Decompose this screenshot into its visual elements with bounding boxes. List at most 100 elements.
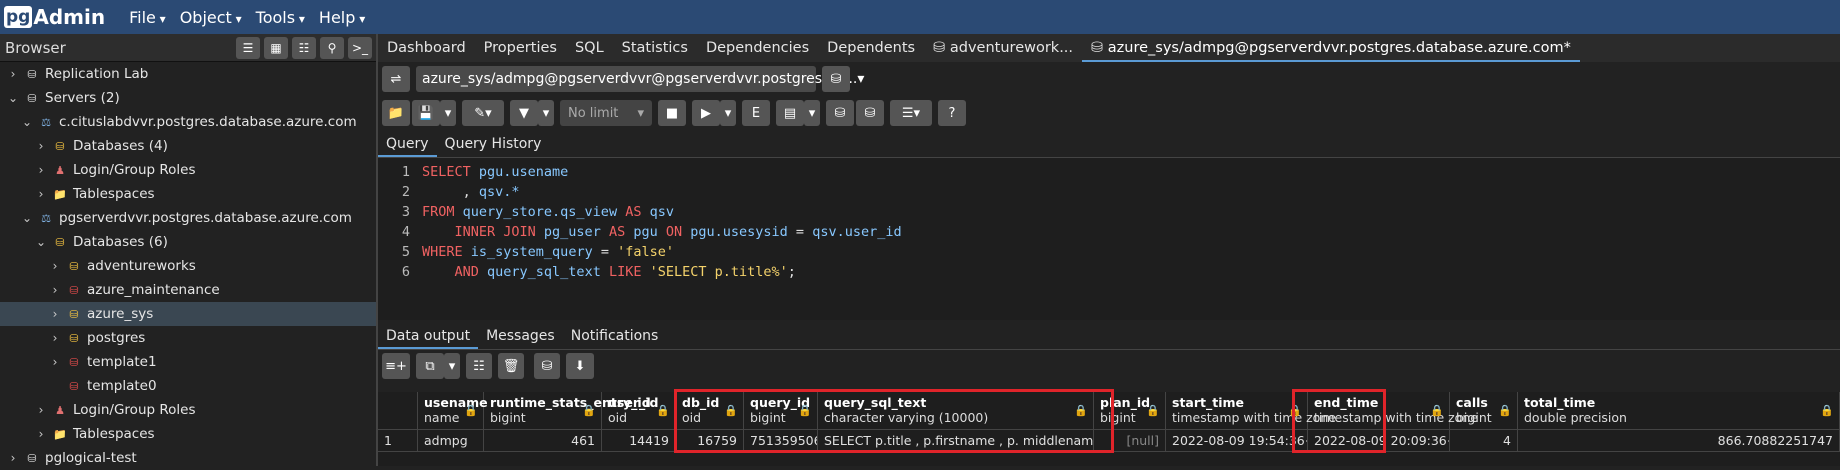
chevron-down-icon[interactable]: ⌄ — [20, 211, 34, 225]
edit-icon[interactable]: ✎▾ — [462, 100, 504, 126]
copy-dropdown-icon[interactable]: ▾ — [444, 353, 460, 379]
open-file-icon[interactable]: 📁 — [382, 100, 410, 126]
explain-analyze-icon[interactable]: ▤ — [776, 100, 804, 126]
chevron-right-icon[interactable]: › — [48, 355, 62, 369]
tree-node[interactable]: › ♟ Login/Group Roles — [0, 158, 376, 182]
limit-select[interactable]: No limit ▾ — [560, 100, 652, 126]
search-icon[interactable]: ⚲ — [320, 36, 344, 59]
explain-icon[interactable]: E — [742, 100, 770, 126]
chevron-right-icon[interactable]: › — [48, 307, 62, 321]
menu-help[interactable]: Help — [319, 8, 365, 27]
column-header-total-time[interactable]: total_time double precision 🔒 — [1518, 392, 1840, 430]
filter-icon[interactable]: ▼ — [510, 100, 538, 126]
filter-table-icon[interactable]: ☷ — [292, 36, 316, 59]
tree-node[interactable]: › ⛁ Replication Lab — [0, 62, 376, 86]
column-header-start-time[interactable]: start_time timestamp with time zone 🔒 — [1166, 392, 1336, 430]
menu-file[interactable]: File — [129, 8, 166, 27]
tab-statistics[interactable]: Statistics — [613, 34, 697, 62]
execute-dropdown-icon[interactable]: ▾ — [720, 100, 736, 126]
chevron-right-icon[interactable]: › — [48, 331, 62, 345]
save-data-icon[interactable]: ⛁ — [534, 353, 560, 379]
copy-icon[interactable]: ⧉ — [416, 353, 444, 379]
new-connection-icon[interactable]: ⛁ — [822, 66, 850, 92]
tree-node[interactable]: › 📁 Tablespaces — [0, 182, 376, 206]
connection-select[interactable]: azure_sys/admpg@pgserverdvvr@pgserverdvv… — [416, 66, 864, 92]
rollback-icon[interactable]: ⛁ — [856, 100, 884, 126]
chevron-down-icon[interactable]: ⌄ — [20, 115, 34, 129]
tree-node[interactable]: › ⛁ postgres — [0, 326, 376, 350]
table-view-icon[interactable]: ▦ — [264, 36, 288, 59]
filter-dropdown-icon[interactable]: ▾ — [538, 100, 554, 126]
sql-editor[interactable]: 123456 SELECT pgu.usename , qsv.* FROM qu… — [378, 158, 1840, 320]
tree-node[interactable]: ⌄ ⚖ pgserverdvvr.postgres.database.azure.c… — [0, 206, 376, 230]
chevron-down-icon[interactable]: ⌄ — [34, 235, 48, 249]
chevron-right-icon[interactable]: › — [48, 283, 62, 297]
chevron-right-icon[interactable]: › — [6, 67, 20, 81]
tab-properties[interactable]: Properties — [475, 34, 566, 62]
row-number[interactable]: 1 — [378, 430, 418, 452]
tree-node[interactable]: › ⛁ azure_sys — [0, 302, 376, 326]
column-header-calls[interactable]: calls bigint 🔒 — [1450, 392, 1518, 430]
menu-object[interactable]: Object — [180, 8, 242, 27]
tab-dashboard[interactable]: Dashboard — [378, 34, 475, 62]
tab-dependents[interactable]: Dependents — [818, 34, 924, 62]
tree-node[interactable]: › ⛁ azure_maintenance — [0, 278, 376, 302]
download-icon[interactable]: ⬇ — [566, 353, 594, 379]
tab-notifications[interactable]: Notifications — [563, 323, 667, 349]
save-icon[interactable]: 💾 — [412, 100, 440, 126]
stop-icon[interactable]: ■ — [658, 100, 686, 126]
add-row-icon[interactable]: ≡+ — [382, 353, 410, 379]
table-cell[interactable]: 4 — [1450, 430, 1518, 452]
explain-dropdown-icon[interactable]: ▾ — [804, 100, 820, 126]
delete-icon[interactable]: 🗑 — [498, 353, 524, 379]
tree-node[interactable]: › 📁 Tablespaces — [0, 422, 376, 446]
tab-data-output[interactable]: Data output — [378, 323, 479, 349]
help-icon[interactable]: ? — [938, 100, 966, 126]
column-header-runtime-stats-entry-id[interactable]: runtime_stats_entry_id bigint 🔒 — [484, 392, 651, 430]
tab-adventureworks[interactable]: ⛁ adventurework... — [924, 34, 1082, 62]
chevron-right-icon[interactable]: › — [34, 187, 48, 201]
tree-node[interactable]: ⛁ template0 — [0, 374, 376, 398]
tree-node[interactable]: ⌄ ⛁ Databases (6) — [0, 230, 376, 254]
server-icon: ⚖ — [41, 115, 51, 129]
tree-node[interactable]: ⌄ ⚖ c.cituslabdvvr.postgres.database.azure… — [0, 110, 376, 134]
tab-query[interactable]: Query — [378, 131, 437, 157]
tree-node[interactable]: › ♟ Login/Group Roles — [0, 398, 376, 422]
tree-node[interactable]: › ⛁ pglogical-test — [0, 446, 376, 470]
chevron-right-icon[interactable]: › — [48, 259, 62, 273]
chevron-down-icon[interactable]: ⌄ — [6, 91, 20, 105]
tab-query-tool[interactable]: ⛁ azure_sys/admpg@pgserverdvvr.postgres.… — [1082, 34, 1580, 62]
sql-code[interactable]: SELECT pgu.usename , qsv.* FROM query_sto… — [418, 158, 1840, 320]
table-cell[interactable]: admpg — [418, 430, 484, 452]
table-cell[interactable]: 461 — [484, 430, 602, 452]
tree-node[interactable]: › ⛁ adventureworks — [0, 254, 376, 278]
macros-icon[interactable]: ☰▾ — [890, 100, 932, 126]
execute-icon[interactable]: ▶ — [692, 100, 720, 126]
table-cell[interactable]: 2022-08-09 19:54:36+00 — [1166, 430, 1308, 452]
save-dropdown-icon[interactable]: ▾ — [440, 100, 456, 126]
column-header-user-id[interactable]: user_id oid 🔒 — [602, 392, 676, 430]
commit-icon[interactable]: ⛁ — [826, 100, 854, 126]
chevron-right-icon[interactable]: › — [34, 427, 48, 441]
table-cell[interactable]: 866.70882251747 — [1518, 430, 1840, 452]
code-line: AND query_sql_text LIKE 'SELECT p.title%… — [422, 262, 1840, 282]
object-explorer-icon[interactable]: ☰ — [236, 36, 260, 59]
paste-icon[interactable]: ☷ — [466, 353, 492, 379]
chevron-right-icon[interactable]: › — [6, 451, 20, 465]
column-header-usename[interactable]: usename name 🔒 — [418, 392, 488, 430]
table-cell[interactable]: 14419 — [602, 430, 676, 452]
tab-sql[interactable]: SQL — [566, 34, 613, 62]
tree-node[interactable]: › ⛁ template1 — [0, 350, 376, 374]
chevron-right-icon[interactable]: › — [34, 139, 48, 153]
tree-node[interactable]: ⌄ ⛁ Servers (2) — [0, 86, 376, 110]
tab-dependencies[interactable]: Dependencies — [697, 34, 818, 62]
code-token: WHERE — [422, 244, 471, 260]
tab-messages[interactable]: Messages — [478, 323, 563, 349]
terminal-icon[interactable]: >_ — [348, 36, 372, 59]
tab-query-history[interactable]: Query History — [437, 131, 550, 157]
chevron-right-icon[interactable]: › — [34, 163, 48, 177]
chevron-right-icon[interactable]: › — [34, 403, 48, 417]
tree-node[interactable]: › ⛁ Databases (4) — [0, 134, 376, 158]
connection-status-icon[interactable]: ⇌ — [382, 66, 410, 92]
menu-tools[interactable]: Tools — [256, 8, 305, 27]
